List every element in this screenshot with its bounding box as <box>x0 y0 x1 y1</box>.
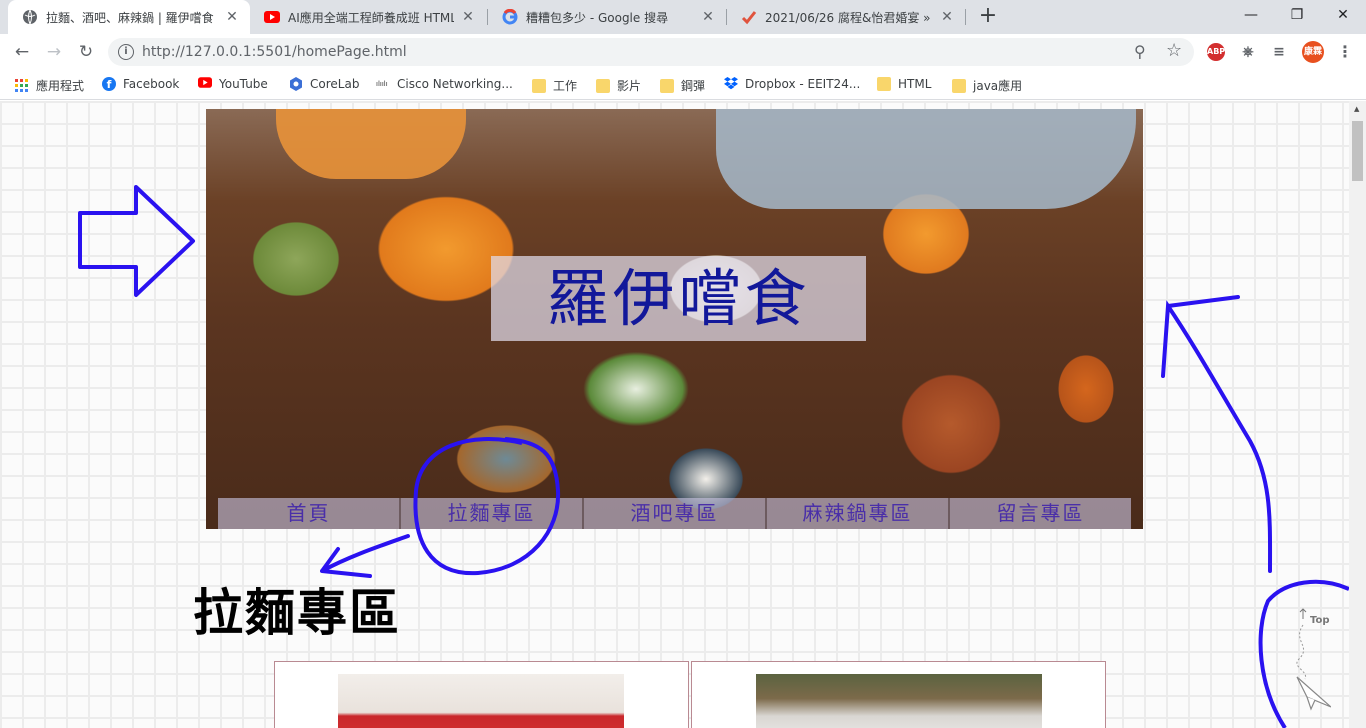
menu-item-ramen[interactable]: 拉麵專區 <box>401 498 584 529</box>
hero-photo-detail <box>716 109 1136 209</box>
facebook-icon: f <box>102 77 116 91</box>
site-title: 羅伊嚐食 <box>546 262 811 335</box>
main-menu: 首頁 拉麵專區 酒吧專區 麻辣鍋專區 留言專區 <box>218 498 1131 529</box>
hero-banner: 羅伊嚐食 首頁 拉麵專區 酒吧專區 麻辣鍋專區 留言專區 <box>206 109 1143 529</box>
folder-icon <box>660 78 674 93</box>
bookmark-dropbox[interactable]: Dropbox - EEIT24... <box>724 77 860 91</box>
folder-icon <box>596 78 610 93</box>
back-icon[interactable]: ← <box>8 38 36 66</box>
folder-icon <box>952 78 966 93</box>
close-tab-icon[interactable]: ✕ <box>700 9 716 25</box>
google-icon <box>502 9 518 25</box>
zoom-icon[interactable]: ⚲ <box>1134 42 1146 61</box>
ramen-card[interactable] <box>274 661 689 728</box>
forward-icon[interactable]: → <box>40 38 68 66</box>
scroll-up-icon[interactable]: ▲ <box>1354 105 1359 113</box>
bookmark-folder-videos[interactable]: 影片 <box>596 77 641 94</box>
extensions-icon[interactable]: ⎈ <box>1239 43 1257 61</box>
section-title: 拉麵專區 <box>193 583 401 642</box>
tab-title: 2021/06/26 腐程&怡君婚宴 » Su <box>765 10 933 25</box>
bookmark-folder-java[interactable]: java應用 <box>952 77 1022 94</box>
checkmark-icon <box>741 9 757 25</box>
tab-title: 糟糟包多少 - Google 搜尋 <box>526 10 669 25</box>
bookmark-label: Facebook <box>123 77 180 91</box>
dropbox-icon <box>724 77 738 91</box>
tab-title: AI應用全端工程師養成班 HTML5 <box>288 10 454 25</box>
new-tab-button[interactable]: + <box>975 4 1001 30</box>
address-bar[interactable]: i http://127.0.0.1:5501/homePage.html ⚲ … <box>108 38 1194 66</box>
hero-photo-detail <box>276 109 466 179</box>
corelab-icon <box>289 77 303 91</box>
bookmark-label: YouTube <box>219 77 268 91</box>
tab[interactable]: AI應用全端工程師養成班 HTML5 ✕ <box>250 0 486 34</box>
page-viewport: 羅伊嚐食 首頁 拉麵專區 酒吧專區 麻辣鍋專區 留言專區 拉麵專區 Top <box>0 101 1349 728</box>
bookmark-label: 工作 <box>553 79 578 93</box>
bookmark-label: 鋼彈 <box>681 79 706 93</box>
menu-item-home[interactable]: 首頁 <box>218 498 401 529</box>
bookmark-label: 應用程式 <box>36 79 85 93</box>
reload-icon[interactable]: ↻ <box>72 38 100 66</box>
youtube-icon <box>264 9 280 25</box>
bookmark-youtube[interactable]: YouTube <box>198 77 268 91</box>
minimize-icon[interactable]: — <box>1228 0 1274 30</box>
left-arrow-annotation <box>320 534 410 578</box>
right-arrow-annotation <box>78 185 195 297</box>
close-tab-icon[interactable]: ✕ <box>939 9 955 25</box>
bookmark-apps[interactable]: 應用程式 <box>15 77 84 94</box>
tab-active[interactable]: 拉麵、酒吧、麻辣鍋 | 羅伊嚐食 ✕ <box>8 0 250 34</box>
tab-title: 拉麵、酒吧、麻辣鍋 | 羅伊嚐食 <box>46 10 214 25</box>
bookmark-label: java應用 <box>973 79 1023 93</box>
bookmark-folder-work[interactable]: 工作 <box>532 77 577 94</box>
back-to-top-label: Top <box>1310 615 1330 626</box>
ramen-card-photo[interactable] <box>756 674 1042 728</box>
bookmark-label: 影片 <box>617 79 642 93</box>
bookmark-facebook[interactable]: f Facebook <box>102 77 179 91</box>
bookmark-label: Cisco Networking... <box>397 77 513 91</box>
close-tab-icon[interactable]: ✕ <box>224 9 240 25</box>
tab-divider <box>965 9 966 25</box>
menu-item-hotpot[interactable]: 麻辣鍋專區 <box>767 498 950 529</box>
tab-strip: 拉麵、酒吧、麻辣鍋 | 羅伊嚐食 ✕ AI應用全端工程師養成班 HTML5 ✕ … <box>0 0 1366 34</box>
page-scrollbar[interactable]: ▲ <box>1349 101 1366 728</box>
browser-toolbar: ← → ↻ i http://127.0.0.1:5501/homePage.h… <box>0 34 1366 70</box>
bookmarks-bar: 應用程式 f Facebook YouTube CoreLab ılıılı C… <box>0 70 1366 100</box>
bookmark-label: CoreLab <box>310 77 360 91</box>
back-to-top-button[interactable]: Top <box>1287 601 1332 711</box>
bookmark-corelab[interactable]: CoreLab <box>289 77 359 91</box>
ramen-card-photo[interactable] <box>338 674 624 728</box>
folder-icon <box>532 78 546 93</box>
adblock-icon[interactable]: ABP <box>1207 43 1225 61</box>
scrollbar-thumb[interactable] <box>1352 121 1363 181</box>
bookmark-cisco[interactable]: ılıılı Cisco Networking... <box>376 77 513 91</box>
curved-up-arrow-annotation <box>1161 295 1273 573</box>
close-tab-icon[interactable]: ✕ <box>460 9 476 25</box>
cisco-icon: ılıılı <box>376 80 388 88</box>
profile-avatar[interactable]: 康霖 <box>1302 41 1324 63</box>
tab[interactable]: 2021/06/26 腐程&怡君婚宴 » Su ✕ <box>727 0 965 34</box>
menu-item-bar[interactable]: 酒吧專區 <box>584 498 767 529</box>
media-control-icon[interactable]: ≡ <box>1270 43 1288 61</box>
folder-icon <box>877 77 891 91</box>
bookmark-label: Dropbox - EEIT24... <box>745 77 861 91</box>
menu-item-guestbook[interactable]: 留言專區 <box>950 498 1131 529</box>
apps-grid-icon <box>15 78 29 93</box>
youtube-icon <box>198 77 212 91</box>
menu-kebab-icon[interactable]: ⋮ <box>1336 43 1354 61</box>
bookmark-label: HTML <box>898 77 932 91</box>
tab[interactable]: 糟糟包多少 - Google 搜尋 ✕ <box>488 0 726 34</box>
ramen-card[interactable] <box>691 661 1106 728</box>
bookmark-folder-gundam[interactable]: 鋼彈 <box>660 77 705 94</box>
globe-icon <box>22 9 38 25</box>
bookmark-star-icon[interactable]: ☆ <box>1166 40 1182 61</box>
restore-icon[interactable]: ❐ <box>1274 0 1320 30</box>
url-text[interactable]: http://127.0.0.1:5501/homePage.html <box>142 44 407 60</box>
site-info-icon[interactable]: i <box>118 44 134 60</box>
bookmark-folder-html[interactable]: HTML <box>877 77 931 91</box>
close-window-icon[interactable]: ✕ <box>1320 0 1366 30</box>
